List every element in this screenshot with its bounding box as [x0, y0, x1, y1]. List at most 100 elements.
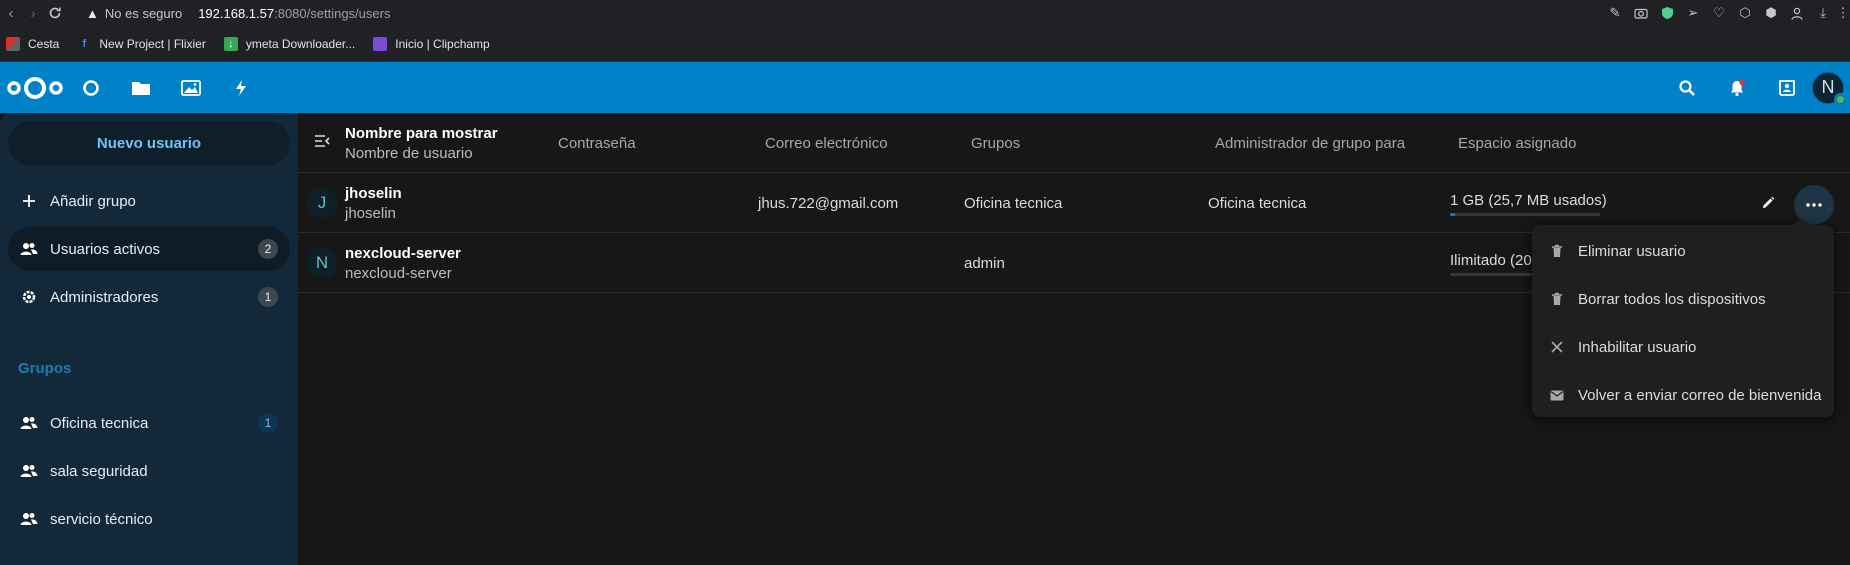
trash-icon [1536, 229, 1578, 273]
user-groups: admin [964, 255, 1005, 272]
warning-icon: ▲ [86, 5, 99, 21]
header-email: Correo electrónico [765, 135, 888, 152]
user-username: nexcloud-server [345, 265, 452, 282]
header-password: Contraseña [558, 135, 636, 152]
quota-progress-bar [1450, 213, 1600, 216]
vpn-shield-icon[interactable] [1654, 0, 1680, 26]
clipchamp-icon [373, 36, 388, 51]
user-actions-menu: Eliminar usuario Borrar todos los dispos… [1532, 217, 1834, 417]
user-email: jhus.722@gmail.com [758, 195, 899, 212]
online-status-icon [1834, 92, 1847, 106]
contacts-icon[interactable] [1762, 62, 1812, 113]
group-label: servicio técnico [50, 510, 153, 528]
table-row: J jhoselin jhoselin jhus.722@gmail.com O… [298, 173, 1850, 233]
group-count: 1 [258, 413, 278, 433]
dashboard-icon[interactable] [66, 62, 116, 113]
forward-icon[interactable]: › [22, 0, 44, 26]
edit-pencil-icon[interactable] [1756, 191, 1780, 215]
group-icon [8, 416, 50, 430]
flixier-icon: f [82, 37, 87, 50]
user-groups: Oficina tecnica [964, 195, 1063, 212]
add-group-button[interactable]: Añadir grupo [8, 179, 290, 223]
groups-caption: Grupos [18, 360, 72, 377]
active-users-label: Usuarios activos [50, 240, 161, 258]
download-icon: ↓ [223, 36, 238, 51]
header-actions: N [1662, 62, 1850, 113]
disable-user-menu-item[interactable]: Inhabilitar usuario [1532, 325, 1834, 369]
back-icon[interactable]: ‹ [0, 0, 22, 26]
app-header: N [0, 62, 1850, 113]
admin-gear-icon [8, 289, 50, 305]
cube-icon[interactable]: ⬡ [1732, 0, 1758, 26]
bookmark-cesta[interactable]: Cesta [6, 36, 59, 51]
user-menu-avatar[interactable]: N [1812, 71, 1847, 106]
sidebar-item-group-sala-seguridad[interactable]: sala seguridad [8, 449, 290, 493]
profile-icon[interactable] [1784, 0, 1810, 26]
url-text: 192.168.1.57:8080/settings/users [198, 5, 391, 21]
user-avatar[interactable]: N [306, 247, 338, 279]
browser-actions: ✎ ➢ ♡ ⬡ ⬢ ⤓ ⋮ [1602, 0, 1850, 26]
new-user-button[interactable]: Nuevo usuario [8, 121, 290, 165]
downloads-icon[interactable]: ⤓ [1810, 0, 1836, 26]
user-display-name: nexcloud-server [345, 245, 461, 262]
mail-icon [1536, 373, 1578, 417]
send-icon[interactable]: ➢ [1680, 0, 1706, 26]
bookmarks-bar: Cesta f New Project | Flixier ↓ ymeta Do… [0, 26, 1850, 62]
sidebar-item-group-oficina-tecnica[interactable]: Oficina tecnica 1 [8, 401, 290, 445]
wipe-devices-menu-item[interactable]: Borrar todos los dispositivos [1532, 277, 1834, 321]
browser-toolbar: ‹ › ▲ No es seguro 192.168.1.57:8080/set… [0, 0, 1850, 26]
delete-user-label: Eliminar usuario [1578, 242, 1686, 260]
menu-icon[interactable]: ⋮ [1836, 0, 1850, 26]
admins-count: 1 [258, 287, 278, 307]
photos-icon[interactable] [166, 62, 216, 113]
resend-welcome-menu-item[interactable]: Volver a enviar correo de bienvenida [1532, 373, 1834, 417]
cart-icon [6, 36, 20, 51]
add-group-label: Añadir grupo [50, 192, 136, 210]
user-group-admin: Oficina tecnica [1208, 195, 1307, 212]
group-icon [8, 512, 50, 526]
plus-icon [8, 194, 50, 208]
notifications-bell-icon[interactable] [1712, 62, 1762, 113]
more-dots-icon [1806, 203, 1822, 207]
user-display-name: jhoselin [345, 185, 402, 202]
user-list-header: Nombre para mostrar Nombre de usuario Co… [298, 113, 1850, 173]
edit-page-icon[interactable]: ✎ [1602, 0, 1628, 26]
admins-label: Administradores [50, 288, 159, 306]
search-icon[interactable] [1662, 62, 1712, 113]
screenshot-icon[interactable] [1628, 0, 1654, 26]
reload-icon[interactable] [44, 0, 66, 26]
header-group-admin: Administrador de grupo para [1215, 135, 1406, 152]
sidebar-item-admins[interactable]: Administradores 1 [8, 275, 290, 319]
user-quota: Ilimitado (20 [1450, 252, 1532, 269]
toggle-navigation-icon[interactable] [314, 134, 330, 152]
header-groups: Grupos [971, 135, 1021, 152]
user-quota: 1 GB (25,7 MB usados) [1450, 192, 1607, 209]
app-navigation: Nuevo usuario Añadir grupo Usuarios acti… [0, 113, 298, 565]
disable-user-label: Inhabilitar usuario [1578, 338, 1697, 356]
close-icon [1536, 325, 1578, 369]
box-icon[interactable]: ⬢ [1758, 0, 1784, 26]
active-users-count: 2 [258, 239, 278, 259]
wipe-devices-label: Borrar todos los dispositivos [1578, 290, 1766, 308]
sidebar-item-active-users[interactable]: Usuarios activos 2 [8, 227, 290, 271]
trash-icon [1536, 277, 1578, 321]
resend-welcome-label: Volver a enviar correo de bienvenida [1578, 386, 1822, 404]
files-icon[interactable] [116, 62, 166, 113]
users-icon [8, 242, 50, 256]
nextcloud-logo-icon[interactable] [4, 73, 66, 103]
user-username: jhoselin [345, 205, 396, 222]
bookmark-flixier[interactable]: f New Project | Flixier [77, 37, 206, 51]
header-display-name: Nombre para mostrar [345, 125, 498, 142]
header-quota: Espacio asignado [1458, 135, 1577, 152]
group-icon [8, 464, 50, 478]
favorites-icon[interactable]: ♡ [1706, 0, 1732, 26]
sidebar-item-group-servicio-tecnico[interactable]: servicio técnico [8, 497, 290, 541]
activity-icon[interactable] [216, 62, 266, 113]
bookmark-clipchamp[interactable]: Inicio | Clipchamp [373, 36, 490, 51]
delete-user-menu-item[interactable]: Eliminar usuario [1532, 229, 1834, 273]
user-avatar[interactable]: J [306, 187, 338, 219]
group-label: sala seguridad [50, 462, 148, 480]
address-bar[interactable]: ▲ No es seguro 192.168.1.57:8080/setting… [86, 6, 390, 21]
bookmark-ymeta[interactable]: ↓ ymeta Downloader... [223, 36, 355, 51]
quota-progress-fill [1450, 213, 1455, 216]
